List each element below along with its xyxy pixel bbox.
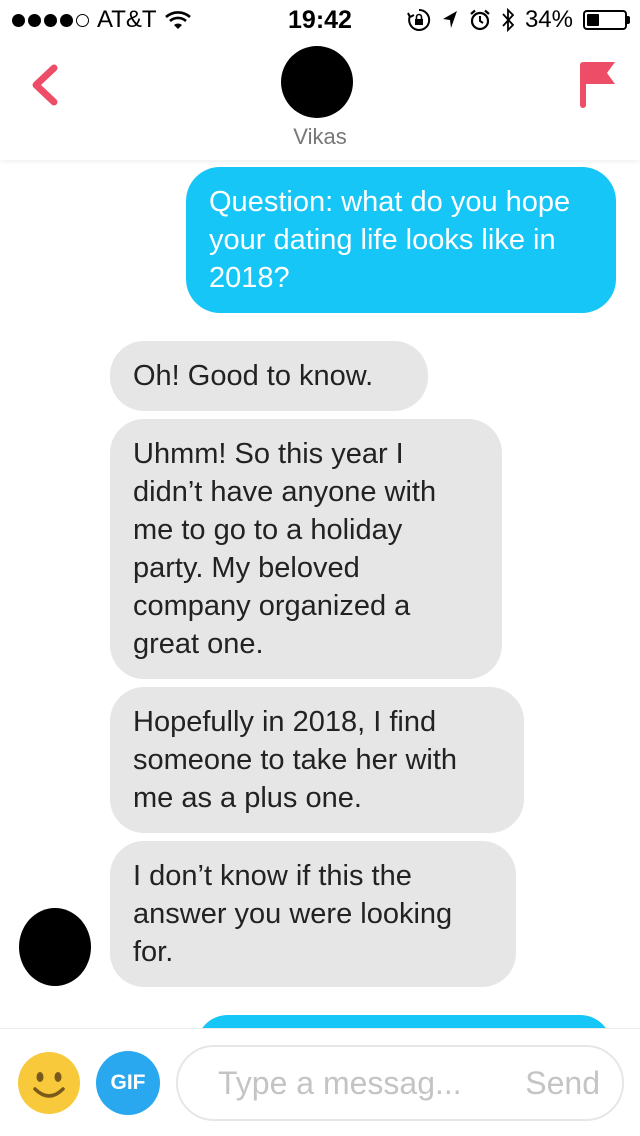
flag-icon[interactable] (578, 58, 618, 110)
gif-button[interactable]: GIF (96, 1051, 160, 1115)
message-input-placeholder[interactable]: Type a messag... (218, 1065, 462, 1102)
battery-percent: 34% (524, 6, 573, 33)
sender-avatar[interactable] (19, 908, 91, 986)
rotation-lock-icon (407, 8, 431, 31)
contact-name[interactable]: Vikas (0, 124, 640, 150)
message-bubble-incoming: I don’t know if this the answer you were… (110, 841, 516, 987)
message-bubble-incoming: Hopefully in 2018, I find someone to tak… (110, 687, 524, 833)
chevron-left-icon[interactable] (22, 60, 72, 110)
message-input-bar: GIF Type a messag... Send (0, 1028, 640, 1136)
message-bubble-outgoing: Question: what do you hope your dating l… (186, 167, 616, 313)
location-icon (442, 11, 457, 28)
bluetooth-icon (502, 8, 515, 32)
message-input[interactable]: Type a messag... Send (176, 1045, 624, 1121)
alarm-icon (470, 9, 490, 31)
status-bar: AT&T 19:42 34% (0, 0, 640, 40)
battery-icon (583, 10, 630, 30)
chat-header: Vikas (0, 40, 640, 160)
message-bubble-incoming: Oh! Good to know. (110, 341, 428, 411)
contact-avatar[interactable] (281, 46, 353, 118)
message-bubble-incoming: Uhmm! So this year I didn’t have anyone … (110, 419, 502, 679)
status-right: 34% (407, 6, 630, 34)
smiley-face-icon[interactable] (17, 1051, 81, 1115)
send-button[interactable]: Send (525, 1065, 600, 1102)
